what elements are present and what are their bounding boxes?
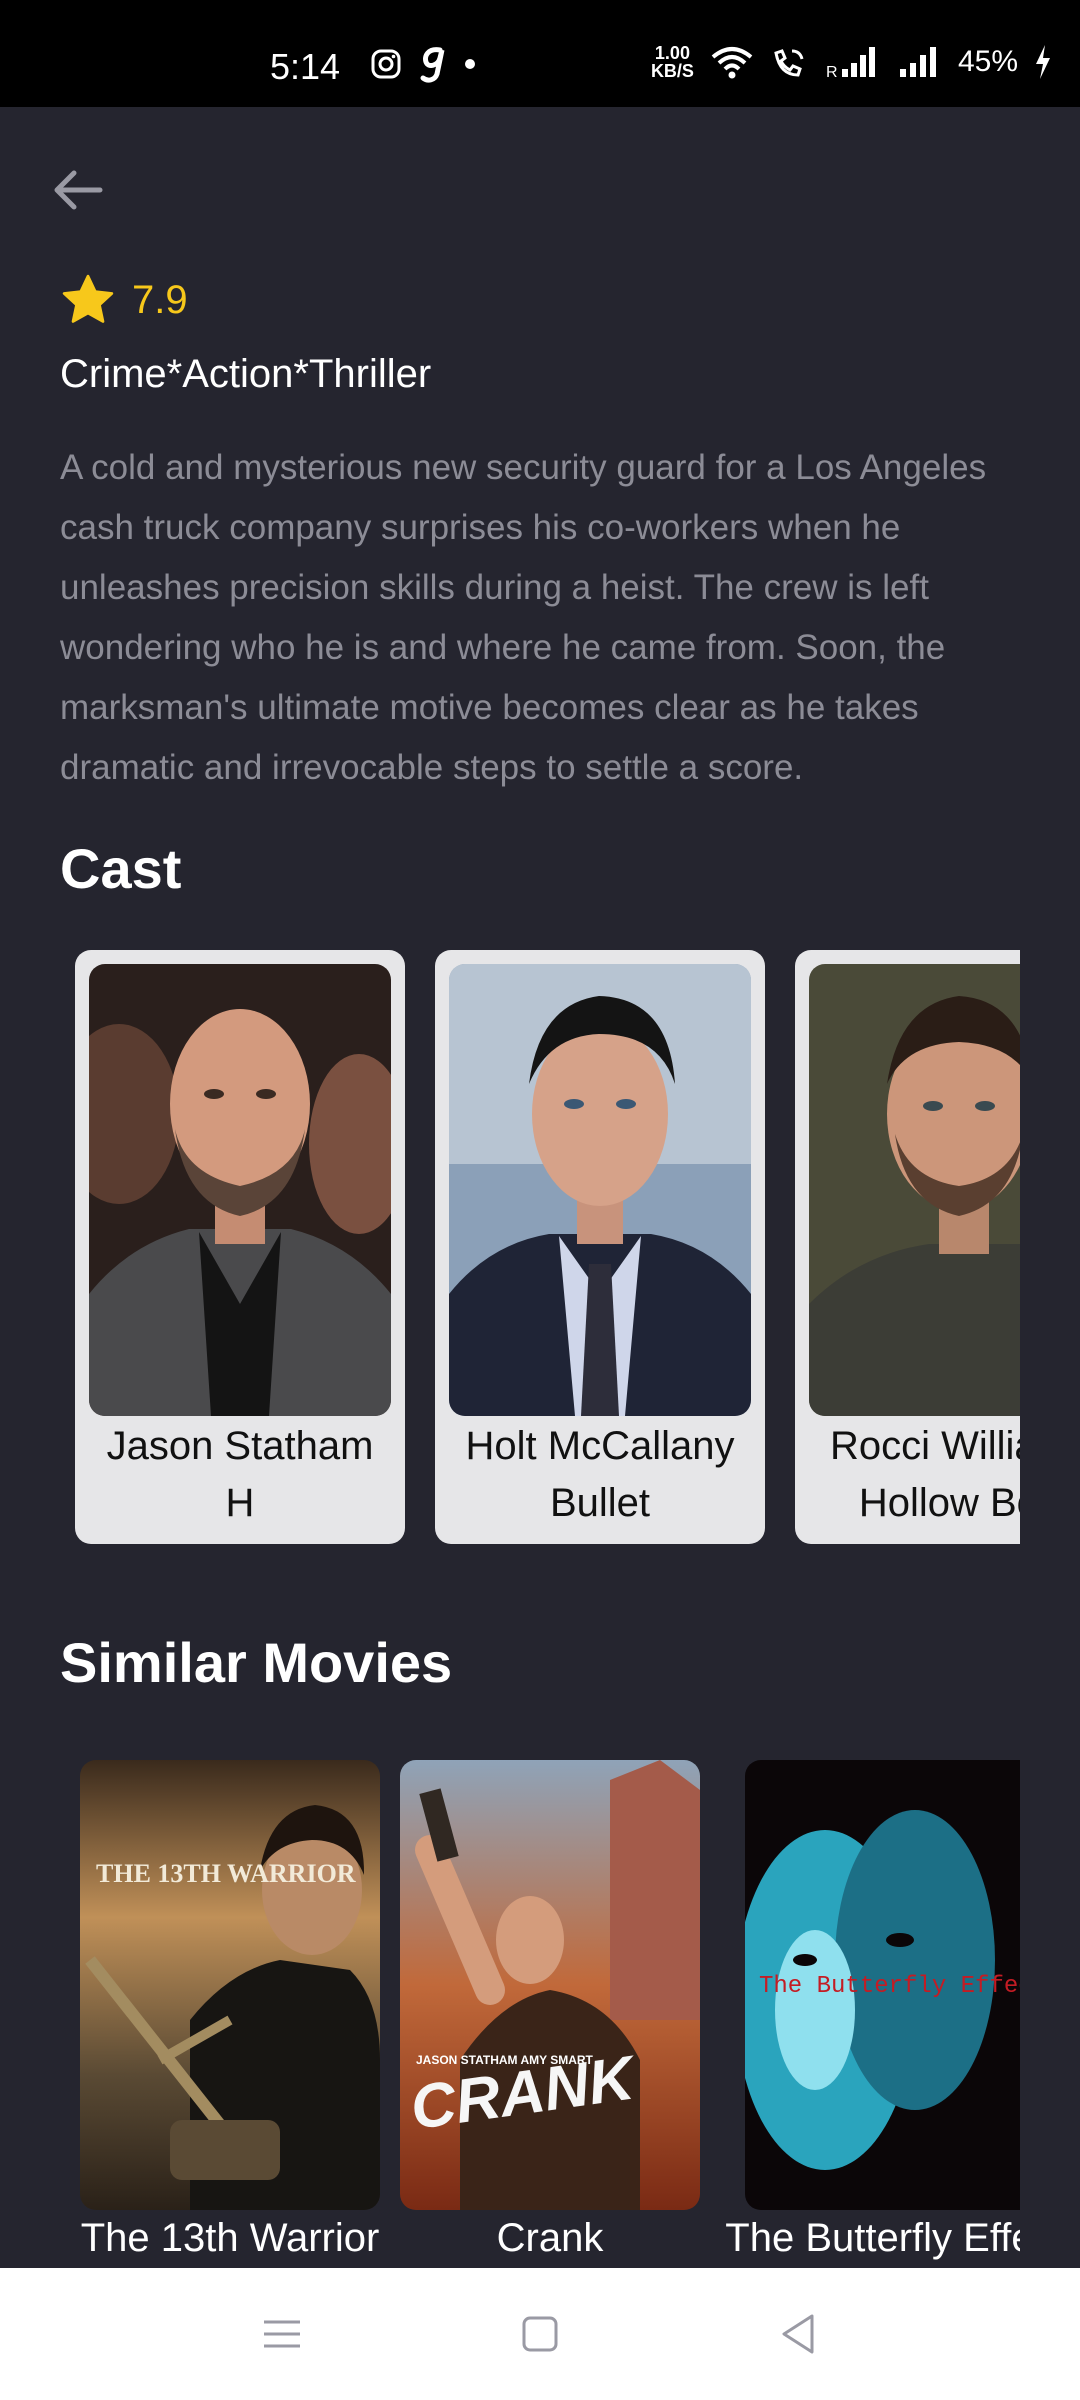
back-arrow-icon[interactable]: [48, 160, 108, 220]
cast-character: Bullet: [549, 1481, 651, 1525]
cast-photo: [809, 964, 1020, 1416]
nav-back-icon[interactable]: [768, 2304, 828, 2364]
cast-name: Rocci Williams Hollow Bob: [795, 1418, 1020, 1532]
g-app-icon: [420, 47, 445, 83]
poster-title-text: THE 13TH WARRIOR: [96, 1859, 356, 1888]
signal-r-icon: R: [826, 47, 875, 79]
movie-title: The 13th Warrior: [80, 2216, 380, 2260]
rating-value: 7.9: [132, 277, 188, 322]
cast-card[interactable]: Rocci Williams Hollow Bob: [795, 950, 1020, 1544]
charging-icon: [1036, 45, 1050, 79]
signal-icon: [899, 47, 936, 77]
cast-character: H: [225, 1481, 255, 1525]
notification-dot-icon: [465, 59, 475, 69]
network-speed-unit: KB/S: [650, 61, 694, 81]
cast-card[interactable]: Jason Statham H: [75, 950, 405, 1544]
cast-card[interactable]: Holt McCallany Bullet: [435, 950, 765, 1544]
cast-actor-name: Holt McCallany: [465, 1424, 735, 1468]
cast-actor-name: Rocci Williams: [830, 1424, 1020, 1468]
svg-text:R: R: [826, 64, 838, 79]
overview: A cold and mysterious new security guard…: [60, 448, 987, 787]
movie-poster: JASON STATHAM AMY SMART CRANK: [400, 1760, 700, 2210]
movie-poster: THE 13TH WARRIOR: [80, 1760, 380, 2210]
home-square-icon[interactable]: [510, 2304, 570, 2364]
movie-title: The Butterfly Effect: [725, 2216, 1020, 2260]
cast-title: Cast: [60, 837, 182, 900]
status-time: 5:14: [270, 46, 341, 87]
status-bar: 5:14 1.00 KB/S R 45%: [0, 0, 1080, 107]
similar-movies-list[interactable]: THE 13TH WARRIOR The 13th Warrior JASON …: [0, 1760, 1020, 2270]
menu-icon[interactable]: [252, 2304, 312, 2364]
rating: 7.9: [60, 272, 188, 328]
wifi-calling-icon: [774, 49, 804, 77]
wifi-icon: [711, 47, 753, 79]
cast-photo: [89, 964, 391, 1416]
cast-name: Jason Statham H: [75, 1418, 405, 1532]
cast-actor-name: Jason Statham: [106, 1424, 374, 1468]
similar-movies-title: Similar Movies: [60, 1631, 453, 1694]
network-speed: 1.00: [654, 43, 690, 63]
battery-percent: 45%: [957, 45, 1018, 78]
cast-list[interactable]: Jason Statham H Holt McCallany Bullet Ro…: [0, 950, 1020, 1550]
cast-photo: [449, 964, 751, 1416]
movie-poster: The Butterfly Effect: [745, 1760, 1020, 2210]
navigation-bar: [0, 2268, 1080, 2400]
star-icon: [62, 274, 114, 323]
movie-title: Crank: [496, 2216, 604, 2260]
cast-name: Holt McCallany Bullet: [435, 1418, 765, 1532]
genres: Crime*Action*Thriller: [60, 352, 432, 396]
instagram-icon: [371, 49, 401, 79]
poster-title-text: The Butterfly Effect: [759, 1973, 1020, 2000]
cast-character: Hollow Bob: [858, 1481, 1020, 1525]
